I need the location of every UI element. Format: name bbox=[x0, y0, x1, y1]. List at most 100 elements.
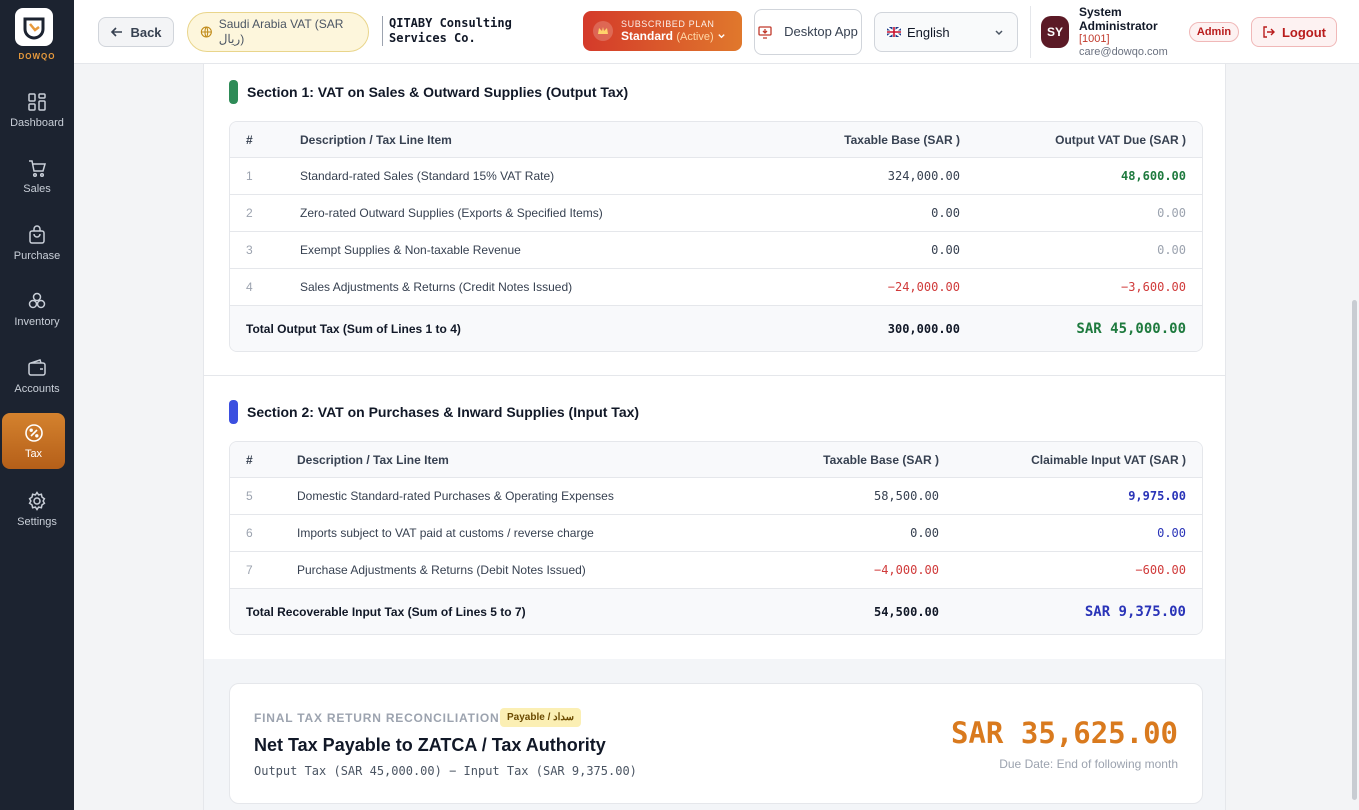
row-desc: Standard-rated Sales (Standard 15% VAT R… bbox=[300, 169, 555, 183]
nav-dashboard[interactable]: Dashboard bbox=[0, 82, 74, 138]
table-row[interactable]: 7 Purchase Adjustments & Returns (Debit … bbox=[230, 552, 1202, 589]
row-num: 6 bbox=[246, 526, 253, 540]
row-num: 4 bbox=[246, 280, 253, 294]
table-row[interactable]: 6 Imports subject to VAT paid at customs… bbox=[230, 515, 1202, 552]
row-base: −4,000.00 bbox=[873, 563, 939, 577]
region-selector[interactable]: Saudi Arabia VAT (SAR ريال) bbox=[187, 12, 369, 52]
back-button[interactable]: Back bbox=[98, 17, 174, 47]
table-row[interactable]: 4 Sales Adjustments & Returns (Credit No… bbox=[230, 269, 1202, 306]
page-scrollbar[interactable] bbox=[1352, 300, 1357, 800]
nav-sales-label: Sales bbox=[23, 182, 51, 195]
table-row[interactable]: 2 Zero-rated Outward Supplies (Exports &… bbox=[230, 195, 1202, 232]
arrow-left-icon bbox=[111, 27, 123, 37]
row-base: −24,000.00 bbox=[887, 280, 960, 294]
table-row[interactable]: 3 Exempt Supplies & Non-taxable Revenue … bbox=[230, 232, 1202, 269]
row-desc: Exempt Supplies & Non-taxable Revenue bbox=[300, 243, 521, 257]
header-divider bbox=[1030, 6, 1031, 58]
logout-button[interactable]: Logout bbox=[1251, 17, 1337, 47]
nav-tax[interactable]: Tax bbox=[2, 413, 65, 469]
uk-flag-icon bbox=[887, 27, 901, 37]
back-label: Back bbox=[130, 24, 162, 40]
section1-title: Section 1: VAT on Sales & Outward Suppli… bbox=[247, 84, 629, 100]
logo-icon bbox=[23, 17, 45, 40]
desktop-app-button[interactable]: Desktop App bbox=[754, 9, 862, 55]
total-base: 300,000.00 bbox=[887, 321, 960, 336]
section-divider bbox=[204, 375, 1225, 376]
role-badge: Admin bbox=[1189, 22, 1239, 42]
output-tax-table: # Description / Tax Line Item Taxable Ba… bbox=[229, 121, 1203, 352]
nav-purchase-label: Purchase bbox=[13, 249, 61, 262]
input-tax-table: # Description / Tax Line Item Taxable Ba… bbox=[229, 441, 1203, 635]
row-vat: −3,600.00 bbox=[1120, 280, 1186, 294]
row-num: 5 bbox=[246, 489, 253, 503]
nav-sales[interactable]: Sales bbox=[0, 148, 74, 204]
final-caption: FINAL TAX RETURN RECONCILIATION bbox=[254, 711, 500, 725]
table-header-row: # Description / Tax Line Item Taxable Ba… bbox=[230, 442, 1202, 478]
percent-icon bbox=[24, 423, 43, 442]
table-row[interactable]: 1 Standard-rated Sales (Standard 15% VAT… bbox=[230, 158, 1202, 195]
nav-settings[interactable]: Settings bbox=[0, 481, 74, 537]
col-base-header: Taxable Base (SAR ) bbox=[844, 132, 960, 147]
row-desc: Domestic Standard-rated Purchases & Oper… bbox=[297, 489, 614, 503]
user-avatar[interactable]: SY bbox=[1041, 16, 1069, 48]
monitor-download-icon bbox=[758, 26, 772, 39]
row-num: 2 bbox=[246, 206, 253, 220]
total-row: Total Output Tax (Sum of Lines 1 to 4) 3… bbox=[230, 306, 1202, 351]
nav-purchase[interactable]: Purchase bbox=[0, 215, 74, 271]
boxes-icon bbox=[28, 292, 46, 308]
user-id: [1001] bbox=[1079, 33, 1110, 45]
sidebar: DOWQO Dashboard Sales Purchase Inventory… bbox=[0, 0, 74, 810]
plan-name: Standard bbox=[621, 29, 674, 43]
row-base: 0.00 bbox=[931, 243, 960, 257]
section2-accent bbox=[229, 400, 238, 424]
nav-accounts[interactable]: Accounts bbox=[0, 348, 74, 404]
total-desc: Total Recoverable Input Tax (Sum of Line… bbox=[246, 604, 526, 619]
section1-header: Section 1: VAT on Sales & Outward Suppli… bbox=[229, 80, 628, 104]
row-num: 1 bbox=[246, 169, 253, 183]
section2-header: Section 2: VAT on Purchases & Inward Sup… bbox=[229, 400, 639, 424]
nav-dashboard-label: Dashboard bbox=[10, 116, 64, 129]
table-row[interactable]: 5 Domestic Standard-rated Purchases & Op… bbox=[230, 478, 1202, 515]
nav-inventory[interactable]: Inventory bbox=[0, 281, 74, 337]
user-info[interactable]: System Administrator [1001] care@dowqo.c… bbox=[1079, 5, 1184, 59]
nav-settings-label: Settings bbox=[17, 515, 57, 528]
col-vat-header: Output VAT Due (SAR ) bbox=[1055, 132, 1186, 147]
brand-logo[interactable] bbox=[15, 8, 53, 46]
language-select[interactable]: English bbox=[874, 12, 1018, 52]
plan-name-line: Standard (Active) bbox=[621, 29, 726, 43]
brand-name: DOWQO bbox=[18, 52, 56, 61]
desktop-app-label: Desktop App bbox=[784, 24, 858, 39]
bag-icon bbox=[29, 224, 45, 244]
vat-return-panel: Section 1: VAT on Sales & Outward Suppli… bbox=[203, 64, 1226, 810]
col-vat-header: Claimable Input VAT (SAR ) bbox=[1031, 452, 1186, 467]
plan-caption: SUBSCRIBED PLAN bbox=[621, 19, 715, 29]
plan-badge[interactable]: SUBSCRIBED PLAN Standard (Active) bbox=[583, 11, 742, 51]
wallet-icon bbox=[28, 358, 46, 376]
nav-inventory-label: Inventory bbox=[14, 315, 60, 328]
total-desc: Total Output Tax (Sum of Lines 1 to 4) bbox=[246, 321, 461, 336]
row-num: 7 bbox=[246, 563, 253, 577]
row-vat: 9,975.00 bbox=[1128, 489, 1186, 503]
due-date: Due Date: End of following month bbox=[999, 757, 1178, 771]
top-header: Back Saudi Arabia VAT (SAR ريال) QITABY … bbox=[74, 0, 1359, 64]
row-vat: 0.00 bbox=[1157, 526, 1186, 540]
final-formula: Output Tax (SAR 45,000.00) − Input Tax (… bbox=[254, 764, 637, 778]
gear-icon bbox=[28, 490, 46, 511]
plan-status: (Active) bbox=[676, 31, 714, 43]
company-name: QITABY Consulting Services Co. bbox=[382, 16, 572, 46]
table-header-row: # Description / Tax Line Item Taxable Ba… bbox=[230, 122, 1202, 158]
region-label: Saudi Arabia VAT (SAR ريال) bbox=[218, 17, 344, 46]
col-num-header: # bbox=[246, 452, 253, 467]
crown-icon bbox=[593, 21, 613, 41]
user-name: System Administrator bbox=[1079, 5, 1158, 33]
row-vat: −600.00 bbox=[1135, 563, 1186, 577]
row-desc: Purchase Adjustments & Returns (Debit No… bbox=[297, 563, 586, 577]
col-num-header: # bbox=[246, 132, 253, 147]
logout-label: Logout bbox=[1281, 24, 1327, 40]
total-row: Total Recoverable Input Tax (Sum of Line… bbox=[230, 589, 1202, 634]
chevron-down-icon bbox=[995, 30, 1003, 36]
final-reconciliation-card: FINAL TAX RETURN RECONCILIATION Payable … bbox=[229, 683, 1203, 804]
row-base: 58,500.00 bbox=[873, 489, 939, 503]
nav-tax-label: Tax bbox=[24, 447, 43, 460]
total-vat: SAR 9,375.00 bbox=[1084, 603, 1186, 620]
